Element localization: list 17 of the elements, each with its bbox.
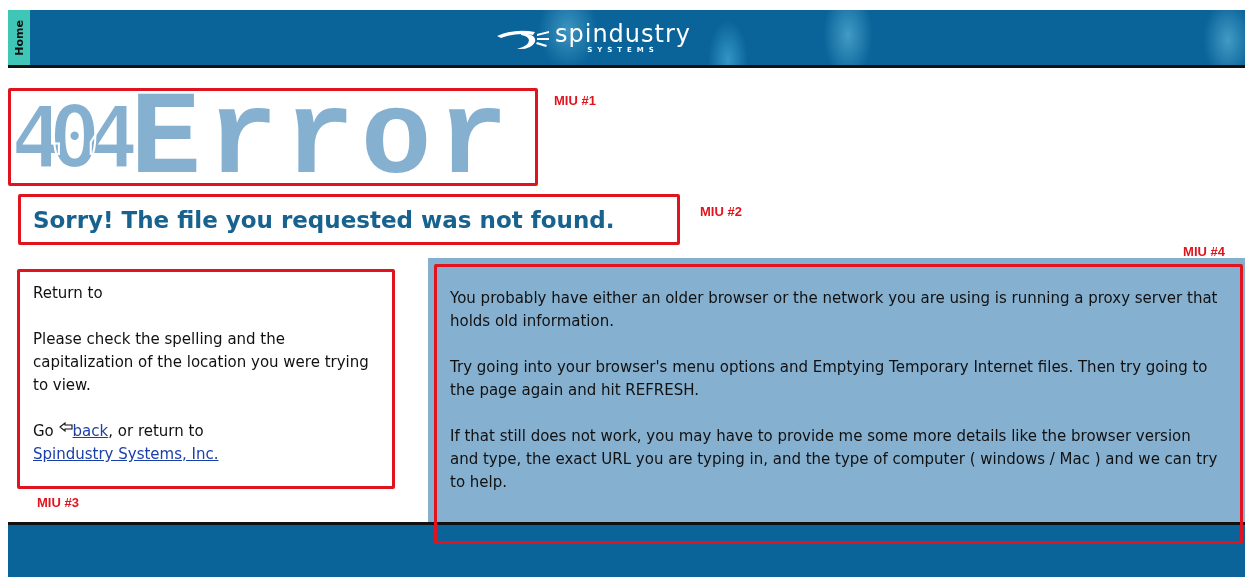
logo-name: spindustry	[555, 21, 692, 46]
info-paragraph: If that still does not work, you may have to provide me some more details like the browser version and type, the exact URL you are typing in, and the type of computer ( windows / Mac ) and we can try to help.	[450, 426, 1219, 493]
annotation-label: MIU #2	[700, 204, 742, 219]
error-message: Sorry! The file you requested was not found.	[33, 206, 615, 233]
info-paragraph: You probably have either an older browser or the network you are using is running a proxy server that holds old information.	[450, 288, 1219, 332]
navigation-text: Go back, or return to Spindustry Systems, Inc.	[33, 421, 220, 465]
annotation-label: MIU #4	[1183, 245, 1225, 258]
home-tab[interactable]: Home	[8, 10, 30, 65]
back-arrow-icon	[58, 422, 73, 432]
spelling-hint: Please check the spelling and the capitalization of the location you were trying to view.	[33, 329, 370, 396]
annotation-label: MIU #3	[37, 495, 80, 510]
return-to-text: Return to	[33, 283, 104, 304]
home-link[interactable]: Spindustry Systems, Inc.	[33, 445, 219, 463]
error-word-graphic: Error	[130, 95, 515, 183]
info-paragraph: Try going into your browser's menu options and Emptying Temporary Internet files. Then try going to the page again and hit REFRESH.	[450, 357, 1209, 401]
annotation-label: MIU #1	[554, 93, 596, 108]
back-link[interactable]: back	[72, 422, 109, 440]
